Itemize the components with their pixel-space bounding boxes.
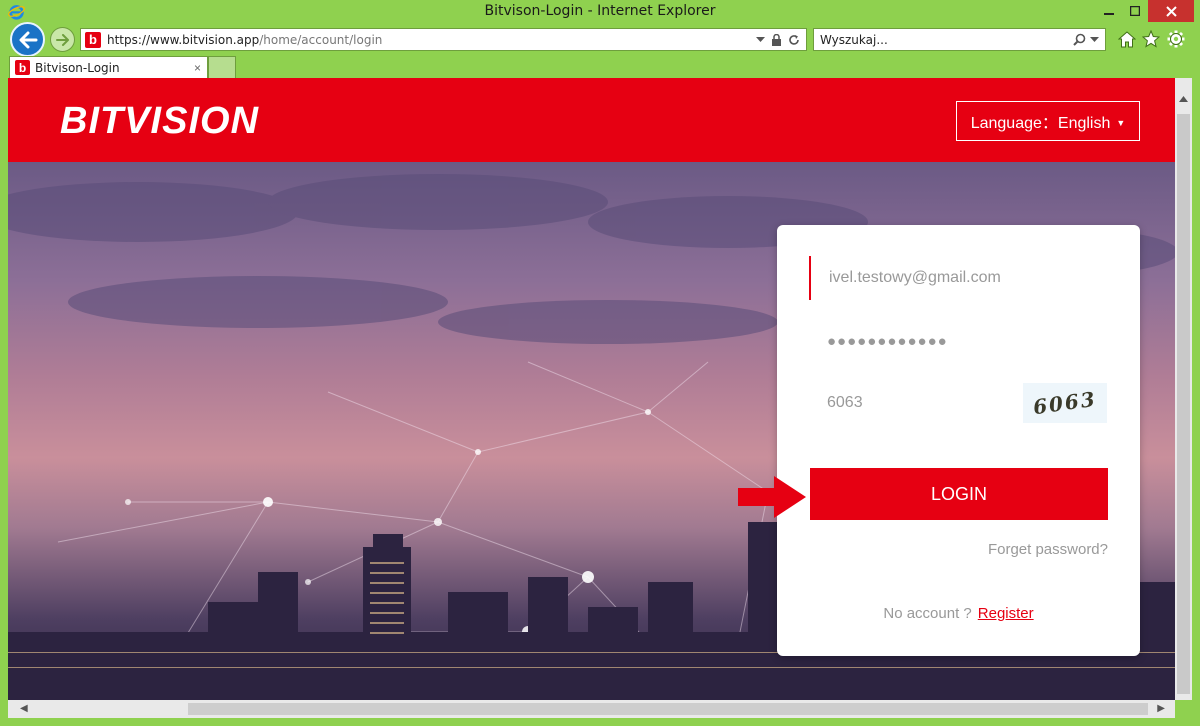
language-selector[interactable]: Language：English ▼ xyxy=(956,101,1140,141)
gear-icon xyxy=(1167,30,1185,48)
password-input[interactable] xyxy=(809,332,1107,350)
dropdown-arrow-icon[interactable] xyxy=(1090,36,1099,43)
arrow-right-annotation-icon xyxy=(738,476,806,518)
search-input[interactable] xyxy=(820,32,1060,47)
vertical-scrollbar[interactable] xyxy=(1175,78,1192,700)
arrow-right-icon xyxy=(55,33,69,46)
register-prompt: No account ? Register xyxy=(777,605,1140,622)
star-icon xyxy=(1142,30,1160,48)
no-account-text: No account ? xyxy=(883,605,972,622)
maximize-button[interactable] xyxy=(1122,0,1148,22)
vertical-scroll-thumb[interactable] xyxy=(1177,114,1190,694)
login-card: 6063 LOGIN Forget password? No account ?… xyxy=(777,225,1140,656)
window-title: Bitvison-Login - Internet Explorer xyxy=(484,3,716,19)
language-label: Language：English xyxy=(970,115,1111,132)
captcha-image[interactable]: 6063 xyxy=(1023,383,1107,423)
dropdown-arrow-icon[interactable] xyxy=(756,36,765,43)
page-viewport: BITVISION Language：English ▼ ivel.testow… xyxy=(8,78,1175,700)
url-host: https://www.bitvision.app xyxy=(107,32,260,47)
refresh-icon[interactable] xyxy=(788,34,800,46)
horizontal-scroll-thumb[interactable] xyxy=(188,703,1148,715)
tools-button[interactable] xyxy=(1166,29,1186,49)
captcha-text: 6063 xyxy=(1031,386,1099,420)
arrow-left-icon xyxy=(19,31,37,48)
captcha-input[interactable] xyxy=(809,394,1009,412)
browser-window: Bitvison-Login - Internet Explorer b htt… xyxy=(0,0,1200,726)
forget-password-link[interactable]: Forget password? xyxy=(988,541,1108,558)
scroll-left-icon[interactable]: ◀ xyxy=(20,703,28,714)
tab-close-icon[interactable]: × xyxy=(194,61,201,75)
login-button[interactable]: LOGIN xyxy=(810,468,1108,520)
tab-label: Bitvison-Login xyxy=(35,60,120,75)
email-input[interactable] xyxy=(811,269,1107,287)
password-field[interactable] xyxy=(809,319,1107,363)
lock-icon[interactable] xyxy=(771,33,782,46)
maximize-icon xyxy=(1130,6,1140,16)
search-icon[interactable] xyxy=(1073,33,1086,46)
register-link[interactable]: Register xyxy=(978,605,1034,622)
close-icon xyxy=(1165,5,1177,17)
favorites-button[interactable] xyxy=(1141,29,1161,49)
back-button[interactable] xyxy=(10,22,45,57)
site-favicon-icon: b xyxy=(85,31,101,48)
scroll-right-icon[interactable]: ▶ xyxy=(1157,703,1165,714)
minimize-button[interactable] xyxy=(1096,0,1122,22)
address-url[interactable]: https://www.bitvision.app/home/account/l… xyxy=(107,33,382,47)
horizontal-scrollbar[interactable]: ◀ ▶ xyxy=(8,700,1175,718)
bitvision-logo: BITVISION xyxy=(60,100,260,142)
home-icon xyxy=(1118,30,1136,47)
scroll-up-icon[interactable] xyxy=(1175,92,1192,106)
close-window-button[interactable] xyxy=(1148,0,1194,22)
tab-bitvision-login[interactable]: b Bitvison-Login × xyxy=(9,56,208,78)
title-bar: Bitvison-Login - Internet Explorer xyxy=(0,0,1200,22)
minimize-icon xyxy=(1104,13,1114,15)
forward-button[interactable] xyxy=(50,27,75,52)
address-bar[interactable]: b https://www.bitvision.app/home/account… xyxy=(80,28,807,51)
caret-down-icon: ▼ xyxy=(1116,117,1126,128)
site-favicon-icon: b xyxy=(15,60,30,75)
home-button[interactable] xyxy=(1117,29,1137,49)
email-field[interactable] xyxy=(809,256,1107,300)
search-box[interactable] xyxy=(813,28,1106,51)
url-path: /home/account/login xyxy=(259,32,383,47)
site-header: BITVISION Language：English ▼ xyxy=(8,78,1175,162)
new-tab-button[interactable] xyxy=(208,56,236,78)
